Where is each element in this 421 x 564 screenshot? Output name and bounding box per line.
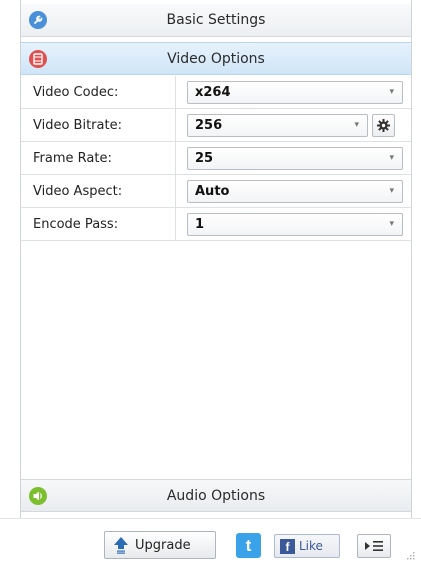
film-icon — [29, 50, 47, 68]
upload-arrow-icon — [114, 537, 128, 554]
bitrate-settings-button[interactable] — [372, 114, 395, 137]
frame-rate-select[interactable]: 25 ▾ — [187, 147, 403, 170]
chevron-down-icon: ▾ — [389, 219, 394, 229]
upgrade-button[interactable]: Upgrade — [104, 531, 216, 559]
video-bitrate-label: Video Bitrate: — [21, 109, 176, 141]
video-bitrate-value: 256 — [195, 118, 223, 133]
audio-options-header[interactable]: Audio Options — [21, 479, 411, 512]
row-video-bitrate: Video Bitrate: 256 ▾ — [21, 109, 411, 142]
speaker-icon — [29, 487, 47, 505]
row-video-aspect: Video Aspect: Auto ▾ — [21, 175, 411, 208]
facebook-icon: f — [280, 538, 295, 554]
video-aspect-value: Auto — [195, 184, 230, 199]
frame-rate-value: 25 — [195, 151, 214, 166]
video-aspect-label: Video Aspect: — [21, 175, 176, 207]
twitter-icon: t — [245, 535, 252, 555]
play-list-icon — [365, 541, 383, 551]
basic-settings-title: Basic Settings — [166, 12, 266, 28]
encode-pass-select[interactable]: 1 ▾ — [187, 213, 403, 236]
chevron-down-icon: ▾ — [389, 186, 394, 196]
row-video-codec: Video Codec: x264 ▾ — [21, 76, 411, 109]
chevron-down-icon: ▾ — [389, 153, 394, 163]
basic-settings-header[interactable]: Basic Settings — [21, 4, 411, 37]
video-options-header[interactable]: Video Options — [21, 42, 411, 75]
upgrade-label: Upgrade — [135, 537, 191, 553]
video-aspect-select[interactable]: Auto ▾ — [187, 180, 403, 203]
resize-grip-icon[interactable] — [405, 550, 415, 560]
twitter-button[interactable]: t — [236, 533, 261, 558]
footer-toolbar: Upgrade t f Like — [0, 518, 421, 564]
encode-pass-value: 1 — [195, 217, 205, 232]
audio-options-title: Audio Options — [166, 487, 266, 504]
chevron-down-icon: ▾ — [389, 87, 394, 97]
row-frame-rate: Frame Rate: 25 ▾ — [21, 142, 411, 175]
settings-panel: Basic Settings Video Options Video Codec… — [20, 0, 412, 518]
gear-icon — [377, 119, 390, 132]
video-codec-value: x264 — [195, 85, 231, 100]
like-label: Like — [299, 539, 323, 553]
chevron-down-icon: ▾ — [354, 120, 359, 130]
video-bitrate-select[interactable]: 256 ▾ — [187, 114, 368, 137]
video-codec-select[interactable]: x264 ▾ — [187, 81, 403, 104]
toggle-panel-button[interactable] — [357, 534, 391, 558]
video-codec-label: Video Codec: — [21, 76, 176, 108]
facebook-like-button[interactable]: f Like — [274, 534, 340, 558]
frame-rate-label: Frame Rate: — [21, 142, 176, 174]
encode-pass-label: Encode Pass: — [21, 208, 176, 240]
video-options-title: Video Options — [167, 50, 265, 67]
row-encode-pass: Encode Pass: 1 ▾ — [21, 208, 411, 241]
wrench-icon — [29, 11, 47, 29]
